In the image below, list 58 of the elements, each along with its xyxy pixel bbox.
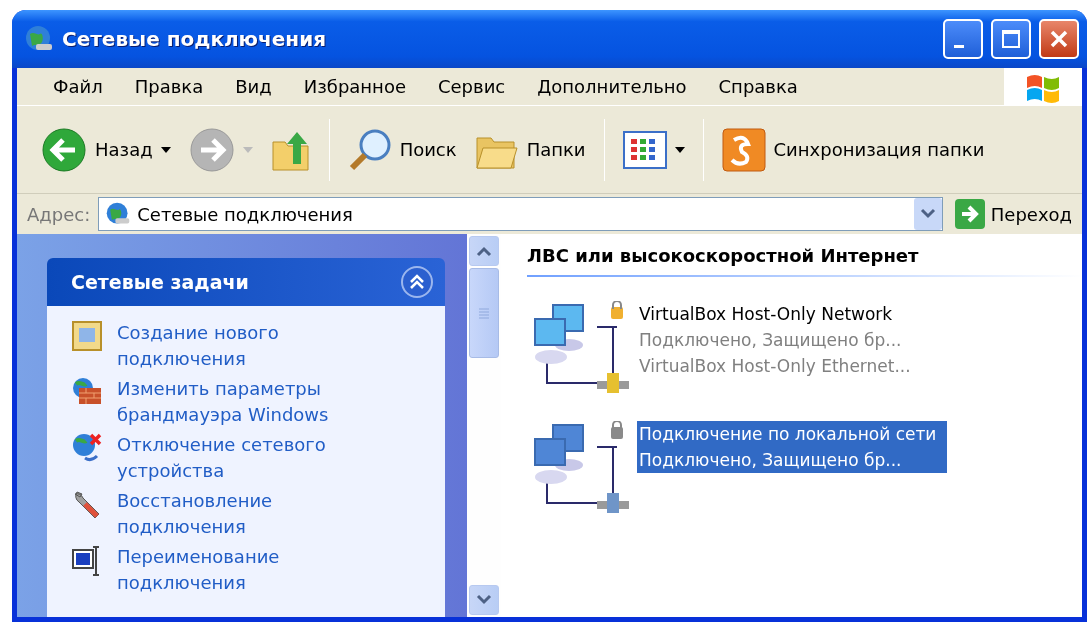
task-link[interactable]: Восстановление подключения (117, 488, 357, 540)
views-icon (622, 130, 667, 169)
task-link[interactable]: Переименование подключения (117, 544, 357, 596)
arrow-right-icon (188, 126, 235, 173)
grip-icon (478, 307, 490, 319)
scroll-thumb[interactable] (469, 268, 499, 358)
menu-item[interactable]: Избранное (287, 73, 422, 100)
menu-item[interactable]: Вид (219, 73, 288, 100)
close-button[interactable] (1039, 19, 1079, 59)
globe-cross-icon (71, 432, 103, 464)
caret-down-icon (160, 146, 171, 153)
arrow-left-icon (41, 126, 87, 173)
scroll-up-button[interactable] (469, 236, 499, 266)
menu-item[interactable]: Правка (118, 73, 220, 100)
sync-button[interactable]: Синхронизация папки (715, 123, 991, 176)
connection-name: VirtualBox Host-Only Network (639, 303, 894, 326)
maximize-button[interactable] (991, 19, 1031, 59)
caret-down-icon (242, 146, 253, 153)
search-icon (347, 127, 392, 172)
caret-down-icon (674, 146, 685, 153)
dropdown-icon[interactable] (913, 198, 942, 230)
picture-frame-icon (71, 320, 103, 352)
panel-title: Сетевые задачи (71, 269, 249, 295)
globe-icon (105, 201, 132, 227)
address-value: Сетевые подключения (137, 202, 354, 227)
window-title: Сетевые подключения (62, 26, 327, 53)
group-header: ЛВС или высокоскоростной Интернет (527, 242, 1082, 277)
menu-item[interactable]: Дополнительно (521, 73, 703, 100)
caret-up-icon (476, 245, 492, 257)
task-link[interactable]: Изменить параметры брандмауэра Windows (117, 376, 357, 428)
connection-device: VirtualBox Host-Only Ethernet... (639, 355, 912, 378)
sync-icon (721, 127, 766, 172)
connection-name: Подключение по локальной сети (639, 423, 938, 446)
task-link[interactable]: Отключение сетевого устройства (117, 432, 357, 484)
scroll-down-button[interactable] (469, 585, 499, 615)
connection-status: Подключено, Защищено бр... (639, 329, 903, 352)
connection-item[interactable]: VirtualBox Host-Only Network Подключено, Защищено бр... VirtualBox Host-Only Ethernet... (637, 301, 947, 379)
menu-item[interactable]: Файл (37, 73, 119, 100)
address-field[interactable]: Сетевые подключения (98, 197, 943, 231)
minimize-button[interactable] (943, 19, 983, 59)
address-label: Адрес: (27, 202, 91, 227)
task-link[interactable]: Создание нового подключения (117, 320, 357, 372)
caret-down-icon (476, 594, 492, 606)
minimize-icon (954, 44, 964, 48)
go-button[interactable]: Переход (950, 199, 1076, 229)
close-icon (1049, 29, 1069, 49)
chevron-up-icon (409, 274, 425, 290)
back-button[interactable]: Назад (35, 122, 177, 177)
scrollbar[interactable] (467, 234, 501, 617)
connection-status: Подключено, Защищено бр... (639, 449, 903, 472)
arrow-right-icon (954, 199, 985, 229)
connection-item[interactable]: Подключение по локальной сети Подключено, Защищено бр... (637, 421, 947, 473)
search-button[interactable]: Поиск (341, 123, 463, 176)
menu-item[interactable]: Справка (702, 73, 814, 100)
folders-button[interactable]: Папки (468, 125, 592, 174)
maximize-icon (1001, 29, 1021, 49)
menu-item[interactable]: Сервис (421, 73, 522, 100)
collapse-button[interactable] (401, 266, 433, 298)
